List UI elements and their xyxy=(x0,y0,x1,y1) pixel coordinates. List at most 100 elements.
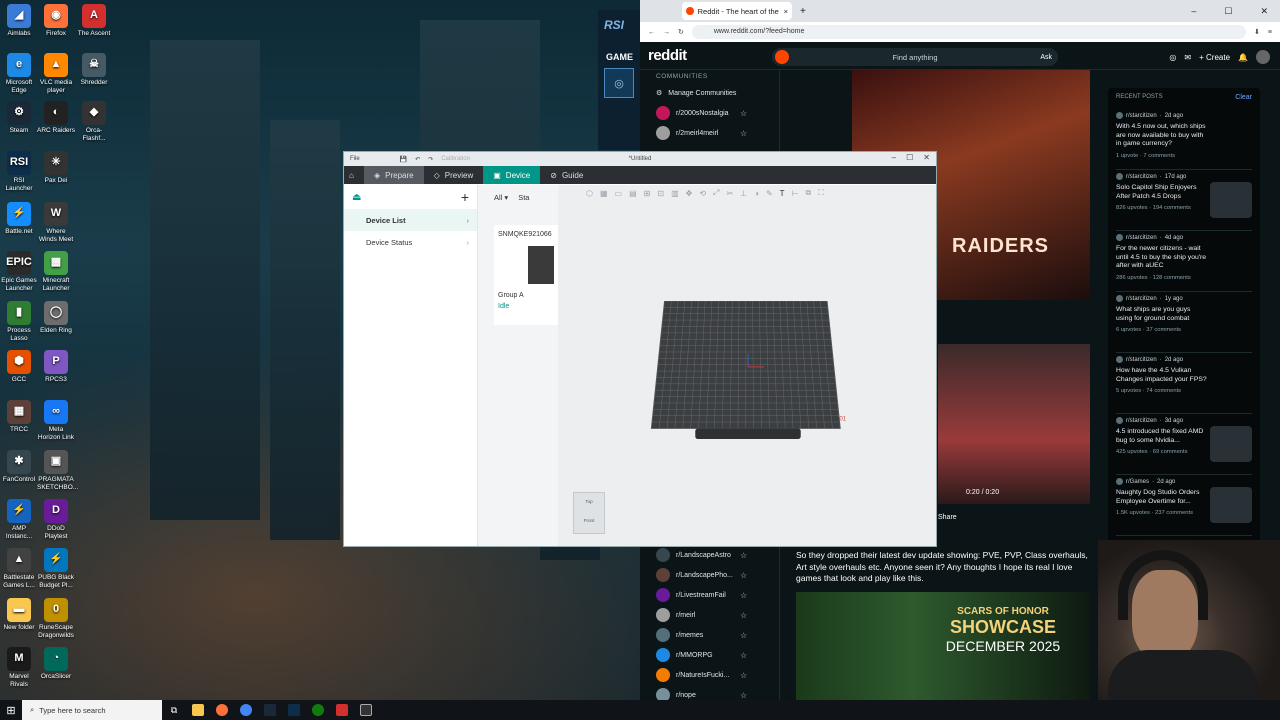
orca-taskbar-icon[interactable] xyxy=(354,700,378,720)
desktop-icon-where-winds-meet[interactable]: W Where Winds Meet xyxy=(37,202,75,243)
advertise-icon[interactable]: ◎ xyxy=(1169,53,1176,62)
recent-post-title[interactable]: How have the 4.5 Vulkan Changes impacted… xyxy=(1116,367,1208,384)
close-icon[interactable]: ✕ xyxy=(923,153,930,162)
reddit-logo[interactable]: reddit xyxy=(648,47,687,64)
filter-status-dropdown[interactable]: Sta xyxy=(518,193,529,202)
community-item[interactable]: r/memes ☆ xyxy=(640,625,780,645)
chrome-taskbar-icon[interactable] xyxy=(234,700,258,720)
support-icon[interactable]: ⊥ xyxy=(740,189,747,198)
recent-post-item[interactable]: r/starcitizen · 2d ago With 4.5 now out, wh… xyxy=(1116,109,1252,170)
desktop-icon-process-lasso[interactable]: ▮ Process Lasso xyxy=(0,301,38,342)
favorite-star-icon[interactable]: ☆ xyxy=(740,129,747,138)
paint-icon[interactable]: ✎ xyxy=(766,189,773,198)
menu-icon[interactable]: ≡ xyxy=(1268,29,1272,36)
desktop-icon-marvel-rivals[interactable]: M Marvel Rivals xyxy=(0,647,38,688)
extensions-icon[interactable]: ⬇ xyxy=(1254,28,1260,36)
recent-post-title[interactable]: Solo Capitol Ship Enjoyers After Patch 4… xyxy=(1116,184,1208,201)
community-item[interactable]: r/NatureIsFucki... ☆ xyxy=(640,665,780,685)
split-icon[interactable]: ⊞ xyxy=(644,189,651,198)
favorite-star-icon[interactable]: ☆ xyxy=(740,651,747,660)
navigation-cube[interactable]: Top Front xyxy=(573,492,605,534)
nav-device-status[interactable]: Device Status › xyxy=(344,231,477,253)
rsi-game-label[interactable]: GAME xyxy=(598,40,640,68)
desktop-icon-meta-horizon-link[interactable]: ∞ Meta Horizon Link xyxy=(37,400,75,441)
recent-post-thumbnail[interactable] xyxy=(1210,182,1252,218)
favorite-star-icon[interactable]: ☆ xyxy=(740,109,747,118)
community-item[interactable]: r/2meirl4meirl ☆ xyxy=(640,123,779,143)
file-explorer-icon[interactable] xyxy=(186,700,210,720)
recent-post-sub[interactable]: r/starcitizen xyxy=(1126,418,1157,424)
recent-post-title[interactable]: With 4.5 now out, which ships are now av… xyxy=(1116,123,1208,149)
post-image-showcase[interactable]: SCARS OF HONOR SHOWCASE DECEMBER 2025 xyxy=(796,592,1090,702)
3d-viewport[interactable]: ⬡ ▦ ▭ ▤ ⊞ ⊡ ▥ ✥ ⟲ ⤢ ✂ ⊥ ◑ ✎ T ⊢ ⧉ ⛶ 01 T… xyxy=(558,185,936,546)
favorite-star-icon[interactable]: ☆ xyxy=(740,551,747,560)
desktop-icon-firefox[interactable]: ◉ Firefox xyxy=(37,4,75,38)
new-tab-icon[interactable]: + xyxy=(800,6,806,17)
create-button[interactable]: + Create xyxy=(1199,53,1230,62)
url-field[interactable]: www.reddit.com/?feed=home xyxy=(691,25,1247,39)
add-device-icon[interactable]: + xyxy=(461,189,469,205)
post-body-text[interactable]: So they dropped their latest dev update … xyxy=(796,550,1092,585)
recent-post-sub[interactable]: r/starcitizen xyxy=(1126,174,1157,180)
minimize-icon[interactable]: – xyxy=(892,153,896,162)
desktop-icon-vlc-media-player[interactable]: ▲ VLC media player xyxy=(37,53,75,94)
recent-post-item[interactable]: r/starcitizen · 2d ago How have the 4.5 Vul… xyxy=(1116,353,1252,414)
task-view-icon[interactable]: ⧉ xyxy=(162,700,186,720)
nav-device-list[interactable]: Device List › xyxy=(344,209,477,231)
recent-post-item[interactable]: r/starcitizen · 3d ago 4.5 introduced the f… xyxy=(1116,414,1252,475)
maximize-icon[interactable]: ☐ xyxy=(906,153,913,162)
recent-post-sub[interactable]: r/Games xyxy=(1126,479,1149,485)
reload-icon[interactable]: ↻ xyxy=(678,28,684,36)
desktop-icon-minecraft-launcher[interactable]: ▩ Minecraft Launcher xyxy=(37,251,75,292)
community-item[interactable]: r/LandscapePho... ☆ xyxy=(640,565,780,585)
post-video-boxing[interactable]: 0:20 / 0:20 xyxy=(938,344,1090,504)
text-icon[interactable]: T xyxy=(780,189,785,198)
favorite-star-icon[interactable]: ☆ xyxy=(740,671,747,680)
tab-prepare[interactable]: ◈ Prepare xyxy=(364,166,424,184)
recent-post-title[interactable]: What ships are you guys using for ground… xyxy=(1116,306,1208,323)
favorite-star-icon[interactable]: ☆ xyxy=(740,591,747,600)
seam-icon[interactable]: ◑ xyxy=(754,189,759,198)
star-citizen-icon[interactable]: ◎ xyxy=(604,68,634,98)
desktop-icon-orca-flashf[interactable]: ◆ Orca-Flashf... xyxy=(75,101,113,142)
desktop-icon-trcc[interactable]: ▦ TRCC xyxy=(0,400,38,434)
favorite-star-icon[interactable]: ☆ xyxy=(740,611,747,620)
grid-icon[interactable]: ▦ xyxy=(600,189,608,198)
rsi-launcher-window[interactable]: RSI GAME ◎ xyxy=(598,10,640,150)
avatar[interactable] xyxy=(1256,50,1270,64)
recent-post-item[interactable]: r/Games · 2d ago Naughty Dog Studio Orders … xyxy=(1116,475,1252,536)
desktop-icon-ddod-playtest[interactable]: D DDoD Playtest xyxy=(37,499,75,540)
community-item[interactable]: r/MMORPG ☆ xyxy=(640,645,780,665)
recent-post-sub[interactable]: r/starcitizen xyxy=(1126,357,1157,363)
desktop-icon-pax-dei[interactable]: ✳ Pax Dei xyxy=(37,151,75,185)
taskbar-search-input[interactable]: ⌕ Type here to search xyxy=(22,700,162,720)
cut-icon[interactable]: ✂ xyxy=(726,189,733,198)
desktop-icon-amp-instanc[interactable]: ⚡ AMP Instanc... xyxy=(0,499,38,540)
recent-post-sub[interactable]: r/starcitizen xyxy=(1126,296,1157,302)
build-plate[interactable]: 01 xyxy=(638,301,858,446)
close-window-icon[interactable]: ✕ xyxy=(1260,6,1268,17)
desktop-icon-runescape-dragonwilds[interactable]: 0 RuneScape Dragonwilds xyxy=(37,598,75,639)
desktop-icon-shredder[interactable]: ☠ Shredder xyxy=(75,53,113,87)
clear-recent-button[interactable]: Clear xyxy=(1235,94,1252,101)
view-icon[interactable]: ⛶ xyxy=(818,188,824,198)
desktop-icon-microsoft-edge[interactable]: e Microsoft Edge xyxy=(0,53,38,94)
desktop-icon-gcc[interactable]: ⬢ GCC xyxy=(0,350,38,384)
favorite-star-icon[interactable]: ☆ xyxy=(740,691,747,700)
desktop-icon-fancontrol[interactable]: ✱ FanControl xyxy=(0,450,38,484)
recent-post-item[interactable]: r/starcitizen · 1y ago What ships are you g… xyxy=(1116,292,1252,353)
desktop-icon-elden-ring[interactable]: ◯ Elden Ring xyxy=(37,301,75,335)
notifications-icon[interactable]: 🔔 xyxy=(1238,53,1248,62)
arrange-icon[interactable]: ▤ xyxy=(629,189,637,198)
communities-heading[interactable]: COMMUNITIES xyxy=(640,70,779,83)
rsi-taskbar-icon[interactable] xyxy=(282,700,306,720)
recent-post-title[interactable]: For the newer citizens - wait until 4.5 … xyxy=(1116,245,1208,271)
layers-icon[interactable]: ▥ xyxy=(671,189,679,198)
forward-icon[interactable]: → xyxy=(663,29,670,36)
assembly-icon[interactable]: ⧉ xyxy=(806,188,812,198)
desktop-icon-the-ascent[interactable]: A The Ascent xyxy=(75,4,113,38)
recent-post-thumbnail[interactable] xyxy=(1210,426,1252,462)
community-item[interactable]: r/LandscapeAstro ☆ xyxy=(640,545,780,565)
desktop-icon-arc-raiders[interactable]: ◐ ARC Raiders xyxy=(37,101,75,135)
reddit-search-input[interactable]: Find anything Ask xyxy=(772,48,1058,66)
